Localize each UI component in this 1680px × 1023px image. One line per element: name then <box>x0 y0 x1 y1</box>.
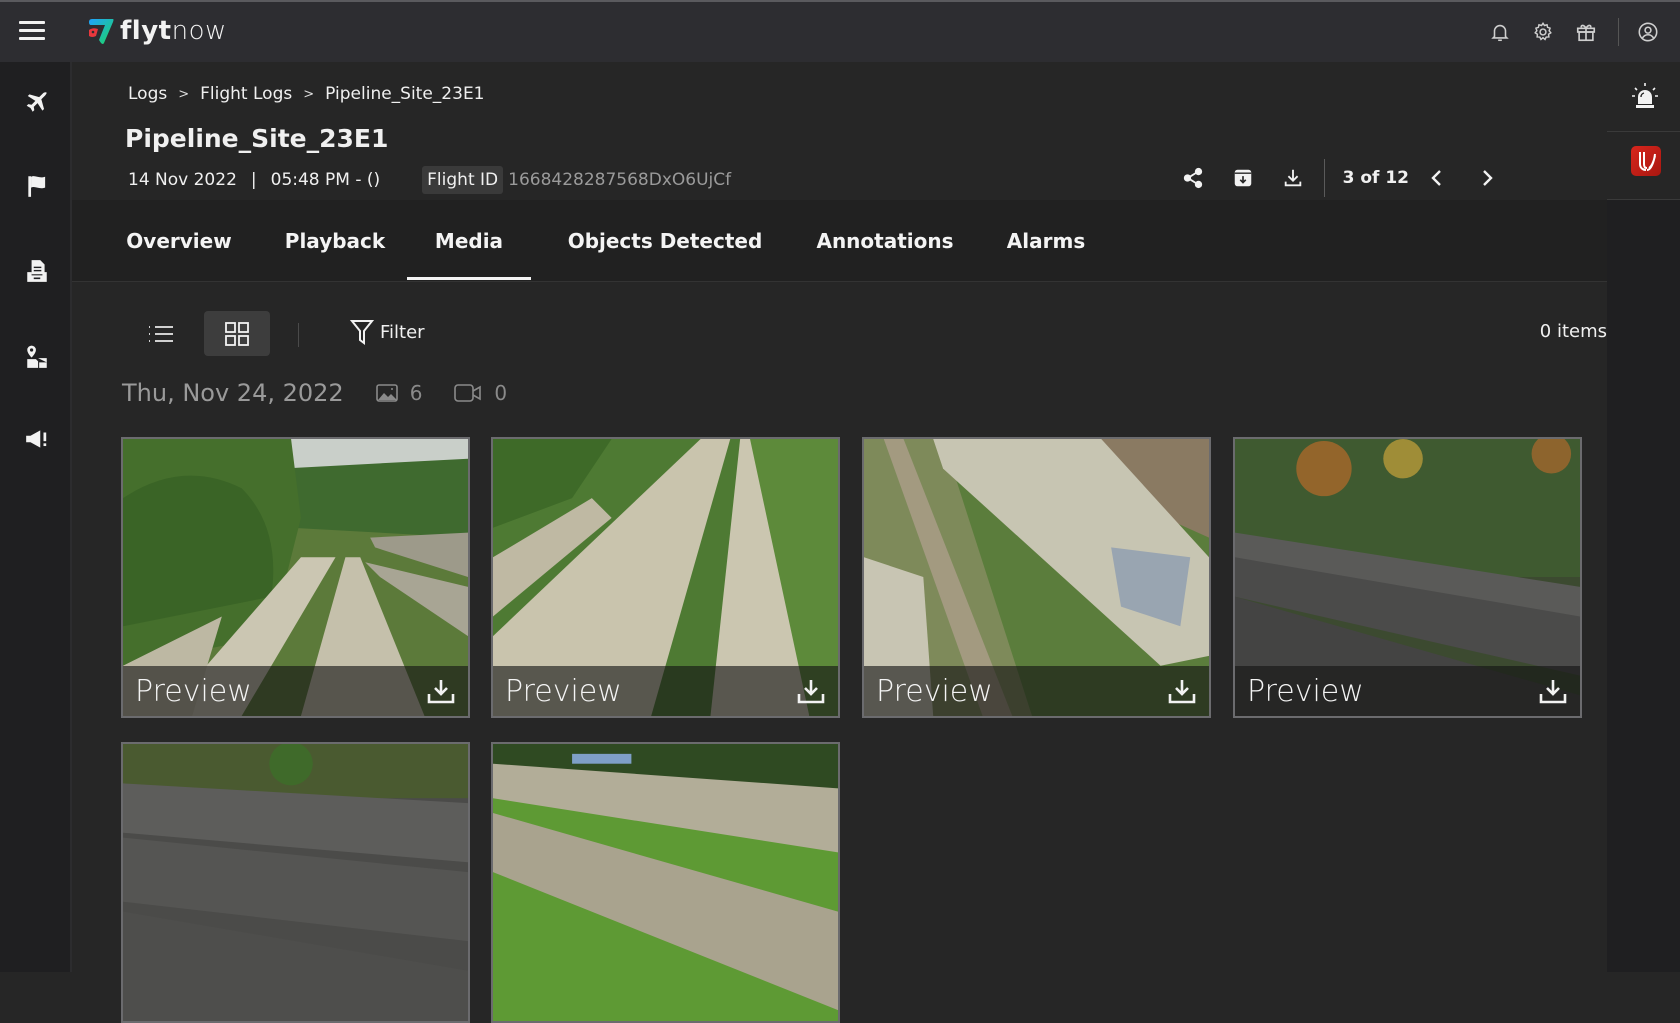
download-icon[interactable] <box>1167 678 1197 704</box>
media-card-overlay: Preview <box>1235 666 1580 716</box>
breadcrumb-flight-logs[interactable]: Flight Logs <box>200 84 292 104</box>
media-date-group: Thu, Nov 24, 2022 6 0 <box>122 377 507 409</box>
hamburger-menu-icon[interactable] <box>19 21 45 41</box>
right-rail <box>1607 62 1680 972</box>
media-group-date: Thu, Nov 24, 2022 <box>122 379 344 407</box>
media-card[interactable] <box>121 742 470 1023</box>
list-view-icon <box>149 325 173 342</box>
tab-annotations[interactable]: Annotations <box>796 200 974 282</box>
breadcrumb: Logs > Flight Logs > Pipeline_Site_23E1 <box>128 84 485 104</box>
integration-app-icon[interactable] <box>1631 146 1661 176</box>
user-account-icon[interactable] <box>1637 21 1659 43</box>
video-camera-icon <box>454 384 482 402</box>
media-thumbnail <box>493 744 838 1021</box>
header-actions: 3 of 12 <box>1154 158 1497 198</box>
flight-date: 14 Nov 2022 <box>128 170 237 190</box>
items-count: 0 items <box>1539 321 1607 342</box>
airplane-icon[interactable] <box>24 89 50 115</box>
image-count: 6 <box>375 381 422 405</box>
meta-divider: | <box>250 170 257 190</box>
tab-objects-detected[interactable]: Objects Detected <box>556 200 774 282</box>
media-card[interactable]: Preview <box>862 437 1211 718</box>
breadcrumb-separator: > <box>178 86 190 102</box>
media-card-overlay: Preview <box>123 666 468 716</box>
toolbar-divider <box>298 323 299 347</box>
siren-alarm-icon[interactable] <box>1630 80 1660 110</box>
notification-bell-icon[interactable] <box>1489 21 1511 43</box>
filter-funnel-icon <box>350 320 374 345</box>
image-icon <box>375 384 398 402</box>
left-sidebar <box>0 62 72 972</box>
download-icon[interactable] <box>1538 678 1568 704</box>
filter-label: Filter <box>380 321 425 343</box>
media-card[interactable] <box>491 742 840 1023</box>
tab-overview[interactable]: Overview <box>110 200 248 282</box>
tab-bar: Overview Playback Media Objects Detected… <box>72 200 1607 282</box>
media-card[interactable]: Preview <box>121 437 470 718</box>
tab-media[interactable]: Media <box>407 200 531 282</box>
logo[interactable]: flytnow <box>86 16 227 46</box>
preview-label[interactable]: Preview <box>505 674 622 709</box>
megaphone-alert-icon[interactable] <box>24 426 50 452</box>
download-icon[interactable] <box>426 678 456 704</box>
flight-meta: 14 Nov 2022 | 05:48 PM - () Flight ID 16… <box>128 166 731 194</box>
download-icon[interactable] <box>1282 167 1304 189</box>
page-title: Pipeline_Site_23E1 <box>125 124 389 153</box>
grid-view-button[interactable] <box>204 311 270 356</box>
header-divider <box>1323 159 1325 197</box>
tab-alarms[interactable]: Alarms <box>984 200 1108 282</box>
flight-id-value: 1668428287568DxO6UjCf <box>508 170 732 190</box>
rail-divider <box>1607 199 1680 200</box>
video-count: 0 <box>454 381 507 405</box>
download-icon[interactable] <box>796 678 826 704</box>
top-bar: flytnow <box>0 0 1680 62</box>
settings-gear-icon[interactable] <box>1532 21 1554 43</box>
breadcrumb-current: Pipeline_Site_23E1 <box>325 84 485 104</box>
list-view-button[interactable] <box>128 311 194 356</box>
filter-button[interactable]: Filter <box>350 319 425 345</box>
media-card[interactable]: Preview <box>491 437 840 718</box>
flytnow-logo-icon <box>89 19 114 44</box>
preview-label[interactable]: Preview <box>135 674 252 709</box>
media-card[interactable]: Preview <box>1233 437 1582 718</box>
flag-icon[interactable] <box>24 173 50 199</box>
page-header: Logs > Flight Logs > Pipeline_Site_23E1 … <box>72 62 1607 200</box>
topbar-divider <box>1618 18 1619 46</box>
preview-label[interactable]: Preview <box>876 674 993 709</box>
map-location-icon[interactable] <box>24 344 50 370</box>
preview-label[interactable]: Preview <box>1247 674 1364 709</box>
gift-icon[interactable] <box>1575 21 1597 43</box>
breadcrumb-logs[interactable]: Logs <box>128 84 167 104</box>
media-toolbar: Filter 0 items <box>72 283 1607 373</box>
next-chevron-icon[interactable] <box>1477 167 1497 189</box>
media-thumbnail <box>123 744 468 1021</box>
flight-time: 05:48 PM - () <box>270 170 381 190</box>
grid-view-icon <box>225 321 249 346</box>
media-card-overlay: Preview <box>864 666 1209 716</box>
flight-id-label: Flight ID <box>422 166 504 194</box>
breadcrumb-separator: > <box>303 86 315 102</box>
document-tray-icon[interactable] <box>24 258 50 284</box>
main-content: Logs > Flight Logs > Pipeline_Site_23E1 … <box>72 62 1607 1023</box>
rail-divider <box>1607 131 1680 132</box>
media-card-overlay: Preview <box>493 666 838 716</box>
tab-playback[interactable]: Playback <box>268 200 402 282</box>
archive-download-icon[interactable] <box>1232 167 1254 189</box>
share-icon[interactable] <box>1182 167 1204 189</box>
flight-counter: 3 of 12 <box>1342 168 1409 188</box>
brand-name: flytnow <box>120 16 227 46</box>
previous-chevron-icon[interactable] <box>1427 167 1447 189</box>
